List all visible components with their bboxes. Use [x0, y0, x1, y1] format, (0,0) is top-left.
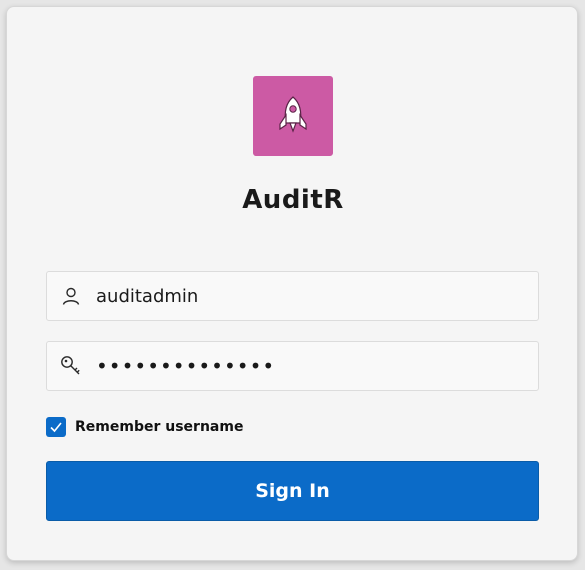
login-window: AuditR Remember username Sign In [6, 6, 578, 561]
key-icon [60, 355, 82, 377]
app-logo [253, 76, 333, 156]
rocket-icon [279, 96, 307, 133]
checkmark-icon [50, 422, 62, 433]
sign-in-button[interactable]: Sign In [46, 461, 539, 521]
user-icon [60, 285, 82, 307]
remember-username[interactable]: Remember username [46, 417, 243, 437]
username-field[interactable] [46, 271, 539, 321]
password-field[interactable] [46, 341, 539, 391]
remember-checkbox[interactable] [46, 417, 66, 437]
password-input[interactable] [96, 354, 516, 378]
remember-label: Remember username [75, 419, 244, 435]
app-title: AuditR [242, 185, 344, 215]
username-input[interactable] [96, 285, 516, 307]
